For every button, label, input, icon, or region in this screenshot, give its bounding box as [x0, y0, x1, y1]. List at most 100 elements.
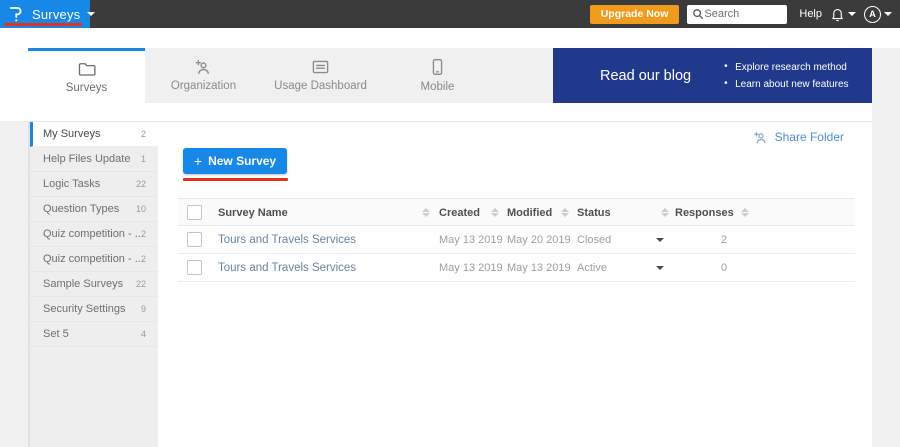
sidebar-item-count: 22	[136, 272, 146, 296]
product-label: Surveys	[32, 7, 80, 22]
sort-icon[interactable]	[561, 208, 569, 218]
sidebar-item-label: My Surveys	[43, 128, 100, 140]
tab-label: Usage Dashboard	[274, 80, 367, 92]
sidebar-item-help-files-update[interactable]: Help Files Update 1	[30, 147, 158, 172]
status-dropdown[interactable]	[656, 238, 664, 242]
sidebar-item-label: Quiz competition - ...	[43, 253, 144, 265]
chevron-down-icon	[87, 12, 95, 16]
sidebar-item-label: Quiz competition - ...	[43, 228, 144, 240]
share-folder-button[interactable]: Share Folder	[753, 130, 844, 144]
column-header-created: Created	[439, 199, 480, 227]
sort-icon[interactable]	[661, 208, 669, 218]
row-checkbox[interactable]	[187, 232, 202, 247]
search-box[interactable]	[687, 5, 787, 24]
survey-name-link[interactable]: Tours and Travels Services	[218, 254, 356, 282]
surveys-table: Survey Name Created Modified Status Resp…	[178, 198, 855, 282]
annotation-underline-new-survey	[183, 178, 288, 181]
sidebar-item-sample-surveys[interactable]: Sample Surveys 22	[30, 272, 158, 297]
chevron-down-icon	[848, 12, 856, 16]
responses-count: 0	[714, 254, 734, 282]
column-header-modified: Modified	[507, 199, 552, 227]
banner-bullet: Learn about new features	[724, 79, 848, 90]
tab-organization[interactable]: Organization	[145, 48, 262, 103]
column-header-responses: Responses	[675, 199, 734, 227]
modified-date: May 13 2019	[507, 254, 571, 282]
avatar: A	[864, 6, 881, 23]
sidebar-item-count: 2	[141, 122, 146, 146]
table-header-row: Survey Name Created Modified Status Resp…	[178, 198, 855, 226]
read-blog-banner[interactable]: Read our blog Explore research method Le…	[553, 48, 872, 103]
column-header-survey-name: Survey Name	[218, 199, 288, 227]
tab-label: Organization	[171, 80, 236, 92]
sidebar-item-quiz-competition-1[interactable]: Quiz competition - ... 2	[30, 222, 158, 247]
sidebar-item-label: Logic Tasks	[43, 178, 100, 190]
mobile-icon	[431, 58, 444, 76]
help-link[interactable]: Help	[799, 8, 822, 20]
banner-title: Read our blog	[600, 68, 691, 84]
proprofs-logo-icon	[8, 4, 25, 24]
new-survey-label: New Survey	[208, 154, 276, 168]
plus-icon: +	[194, 153, 202, 169]
top-navbar: Surveys Upgrade Now Help A	[0, 0, 900, 28]
notifications-button[interactable]	[830, 7, 856, 22]
created-date: May 13 2019	[439, 254, 503, 282]
responses-count: 2	[714, 226, 734, 254]
folders-sidebar: My Surveys 2 Help Files Update 1 Logic T…	[28, 121, 158, 447]
sort-icon[interactable]	[491, 208, 499, 218]
status-value: Closed	[577, 226, 611, 254]
status-dropdown[interactable]	[656, 266, 664, 270]
product-switcher[interactable]: Surveys	[0, 0, 90, 28]
sidebar-item-question-types[interactable]: Question Types 10	[30, 197, 158, 222]
sidebar-item-set-5[interactable]: Set 5 4	[30, 322, 158, 347]
survey-name-link[interactable]: Tours and Travels Services	[218, 226, 356, 254]
row-checkbox[interactable]	[187, 260, 202, 275]
sidebar-item-label: Question Types	[43, 203, 119, 215]
sidebar-item-label: Security Settings	[43, 303, 126, 315]
table-row: Tours and Travels Services May 13 2019 M…	[178, 226, 855, 254]
dashboard-icon	[311, 59, 330, 75]
share-folder-label: Share Folder	[775, 130, 844, 144]
sidebar-item-count: 10	[136, 197, 146, 221]
annotation-underline-surveys	[4, 23, 82, 26]
new-survey-button[interactable]: + New Survey	[183, 148, 287, 174]
modified-date: May 20 2019	[507, 226, 571, 254]
sidebar-item-count: 22	[136, 172, 146, 196]
sidebar-item-count: 1	[141, 147, 146, 171]
person-add-icon	[753, 131, 769, 144]
tab-surveys[interactable]: Surveys	[28, 48, 145, 103]
sidebar-item-quiz-competition-2[interactable]: Quiz competition - ... 2	[30, 247, 158, 272]
primary-tabs: Surveys Organization Usage Dashboard	[28, 48, 553, 103]
navbar-actions: Upgrade Now Help A	[590, 5, 900, 24]
search-input[interactable]	[704, 8, 780, 20]
upgrade-now-button[interactable]: Upgrade Now	[590, 5, 680, 24]
status-value: Active	[577, 254, 607, 282]
tab-label: Surveys	[66, 82, 108, 94]
sidebar-item-count: 4	[141, 322, 146, 346]
sidebar-item-label: Help Files Update	[43, 153, 130, 165]
sidebar-item-logic-tasks[interactable]: Logic Tasks 22	[30, 172, 158, 197]
tab-mobile[interactable]: Mobile	[379, 48, 496, 103]
tab-usage-dashboard[interactable]: Usage Dashboard	[262, 48, 379, 103]
bell-icon	[830, 7, 845, 22]
sidebar-item-label: Sample Surveys	[43, 278, 123, 290]
sidebar-item-label: Set 5	[43, 328, 69, 340]
sidebar-item-count: 2	[141, 222, 146, 246]
banner-bullet: Explore research method	[724, 62, 848, 73]
account-menu-button[interactable]: A	[864, 6, 892, 23]
search-icon	[692, 8, 704, 20]
table-row: Tours and Travels Services May 13 2019 M…	[178, 254, 855, 282]
page-left-margin	[0, 121, 28, 447]
sidebar-item-security-settings[interactable]: Security Settings 9	[30, 297, 158, 322]
sort-icon[interactable]	[422, 208, 430, 218]
sort-icon[interactable]	[741, 208, 749, 218]
sidebar-item-my-surveys[interactable]: My Surveys 2	[30, 122, 158, 147]
sidebar-item-count: 9	[141, 297, 146, 321]
surveys-content: Share Folder + New Survey Survey Name Cr…	[158, 121, 872, 447]
sidebar-item-count: 2	[141, 247, 146, 271]
banner-bullets: Explore research method Learn about new …	[724, 62, 848, 90]
tab-label: Mobile	[421, 81, 455, 93]
chevron-down-icon	[884, 12, 892, 16]
created-date: May 13 2019	[439, 226, 503, 254]
select-all-checkbox[interactable]	[187, 205, 202, 220]
people-add-icon	[194, 59, 213, 75]
